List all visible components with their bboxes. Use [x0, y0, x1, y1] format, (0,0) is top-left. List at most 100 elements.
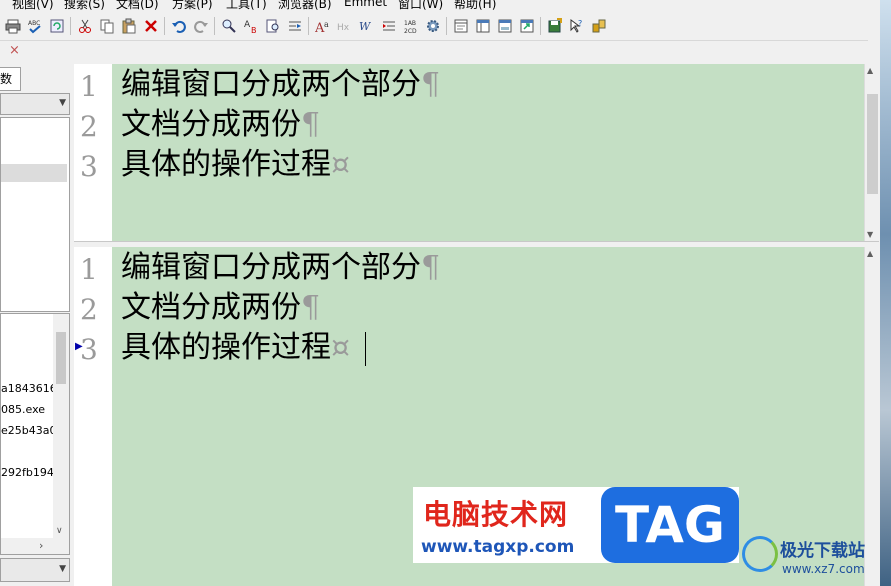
- line-text: 具体的操作过程: [121, 330, 331, 365]
- browser-preview-icon[interactable]: [518, 17, 536, 35]
- cut-icon[interactable]: [76, 17, 94, 35]
- svg-text:W: W: [359, 20, 372, 33]
- list-item[interactable]: e25b43a0: [1, 424, 56, 437]
- text-line[interactable]: 文档分成两份¶: [121, 290, 320, 326]
- filter-dropdown[interactable]: ▼: [0, 558, 70, 582]
- watermark-tagxp: 电脑技术网 www.tagxp.com TAG: [413, 487, 739, 563]
- font-icon[interactable]: Aa: [314, 17, 332, 35]
- print-icon[interactable]: [4, 17, 22, 35]
- svg-text:A: A: [244, 20, 251, 30]
- heading-icon[interactable]: Hx: [336, 17, 354, 35]
- folder-tree[interactable]: [0, 117, 70, 312]
- file-list-scrollbar[interactable]: ∨: [53, 314, 69, 538]
- line-number: 3: [80, 150, 98, 183]
- find-in-files-icon[interactable]: [264, 17, 282, 35]
- watermark-title: 电脑技术网: [423, 498, 569, 531]
- chevron-down-icon[interactable]: ∨: [56, 526, 63, 536]
- text-line[interactable]: 编辑窗口分成两个部分¶: [121, 67, 440, 103]
- goto-line-icon[interactable]: [286, 17, 304, 35]
- indent-icon[interactable]: [380, 17, 398, 35]
- sort-icon[interactable]: 1AB 2CD: [402, 17, 420, 35]
- chevron-right-icon[interactable]: ›: [39, 539, 43, 552]
- line-text: 编辑窗口分成两个部分: [121, 250, 421, 285]
- document-tab-row: ×: [0, 41, 868, 63]
- svg-text:?: ?: [578, 19, 582, 28]
- menu-view[interactable]: 视图(V): [12, 0, 54, 12]
- scroll-down-icon[interactable]: ▼: [867, 230, 873, 239]
- svg-text:ABC: ABC: [28, 20, 40, 27]
- menu-emmet[interactable]: Emmet: [344, 0, 387, 9]
- file-list[interactable]: a1843616 085.exe e25b43a0 292fb194 ∨ ›: [0, 313, 70, 555]
- pilcrow-mark: ¶: [301, 290, 321, 325]
- folder-dropdown[interactable]: ▼: [0, 93, 70, 115]
- list-item[interactable]: 292fb194: [1, 466, 54, 479]
- watermark-url: www.tagxp.com: [421, 537, 575, 557]
- redo-icon[interactable]: [192, 17, 210, 35]
- line-text: 具体的操作过程: [121, 147, 331, 182]
- text-line[interactable]: 具体的操作过程¤: [121, 330, 350, 366]
- svg-text:2CD: 2CD: [404, 28, 417, 34]
- svg-text:Hx: Hx: [337, 23, 350, 33]
- delete-icon[interactable]: [142, 17, 160, 35]
- close-tab-icon[interactable]: ×: [9, 43, 20, 58]
- line-number: 1: [80, 70, 98, 103]
- scroll-up-icon[interactable]: ▲: [867, 249, 873, 258]
- pilcrow-mark: ¶: [421, 67, 441, 102]
- menu-tools[interactable]: 工具(T): [226, 0, 267, 12]
- text-line[interactable]: 具体的操作过程¤: [121, 147, 350, 183]
- reload-icon[interactable]: [48, 17, 66, 35]
- watermark-xz7: 极光下载站 www.xz7.com: [742, 530, 880, 582]
- menu-browser[interactable]: 浏览器(B): [278, 0, 332, 12]
- plugins-icon[interactable]: [590, 17, 608, 35]
- output-window-icon[interactable]: [496, 17, 514, 35]
- menu-scheme[interactable]: 方案(P): [172, 0, 213, 12]
- pilcrow-mark: ¶: [301, 107, 321, 142]
- text-line[interactable]: 编辑窗口分成两个部分¶: [121, 250, 440, 286]
- list-item[interactable]: 085.exe: [1, 403, 45, 416]
- copy-icon[interactable]: [98, 17, 116, 35]
- editor-pane-top[interactable]: 1 2 3 编辑窗口分成两个部分¶ 文档分成两份¶ 具体的操作过程¤: [74, 64, 864, 241]
- watermark-site-name: 极光下载站: [780, 541, 865, 561]
- eof-mark: ¤: [331, 147, 351, 182]
- scrollbar-thumb[interactable]: [56, 332, 66, 384]
- watermark-tag-logo: TAG: [601, 487, 739, 563]
- current-line-marker-icon: ▶: [75, 341, 83, 352]
- window-layout-icon[interactable]: [474, 17, 492, 35]
- watermark-site-url: www.xz7.com: [782, 562, 865, 576]
- eof-mark: ¤: [331, 330, 351, 365]
- scrollbar-thumb[interactable]: [867, 94, 878, 194]
- line-text: 文档分成两份: [121, 290, 301, 325]
- menu-help[interactable]: 帮助(H): [454, 0, 496, 12]
- chevron-down-icon: ▼: [59, 564, 66, 574]
- panel-tab[interactable]: 数: [0, 67, 21, 91]
- pilcrow-mark: ¶: [421, 250, 441, 285]
- panel-toggle-icon[interactable]: [452, 17, 470, 35]
- text-cursor: [365, 332, 366, 366]
- context-help-icon[interactable]: ?: [568, 17, 586, 35]
- menu-search[interactable]: 搜索(S): [64, 0, 105, 12]
- gear-icon[interactable]: [424, 17, 442, 35]
- undo-icon[interactable]: [170, 17, 188, 35]
- word-wrap-icon[interactable]: W: [358, 17, 376, 35]
- text-line[interactable]: 文档分成两份¶: [121, 107, 320, 143]
- file-list-hscrollbar[interactable]: ›: [1, 538, 69, 554]
- tree-selected-item[interactable]: [1, 164, 67, 182]
- line-text: 文档分成两份: [121, 107, 301, 142]
- save-all-icon[interactable]: [546, 17, 564, 35]
- line-number: 2: [80, 293, 98, 326]
- desktop-background-strip: [880, 0, 891, 586]
- paste-icon[interactable]: [120, 17, 138, 35]
- chevron-down-icon: ▼: [59, 98, 66, 108]
- svg-text:1AB: 1AB: [404, 20, 416, 27]
- find-icon[interactable]: [220, 17, 238, 35]
- replace-icon[interactable]: AB: [242, 17, 260, 35]
- scroll-up-icon[interactable]: ▲: [867, 66, 873, 75]
- list-item[interactable]: a1843616: [1, 382, 57, 395]
- left-side-panel: 数 ▼ a1843616 085.exe e25b43a0 292fb194 ∨…: [0, 63, 72, 586]
- svg-text:a: a: [324, 20, 329, 29]
- spellcheck-icon[interactable]: ABC: [26, 17, 44, 35]
- top-pane-scrollbar[interactable]: ▲ ▼: [864, 64, 880, 241]
- menu-document[interactable]: 文档(D): [116, 0, 159, 12]
- menu-bar: 视图(V) 搜索(S) 文档(D) 方案(P) 工具(T) 浏览器(B) Emm…: [0, 0, 868, 12]
- menu-window[interactable]: 窗口(W): [398, 0, 443, 12]
